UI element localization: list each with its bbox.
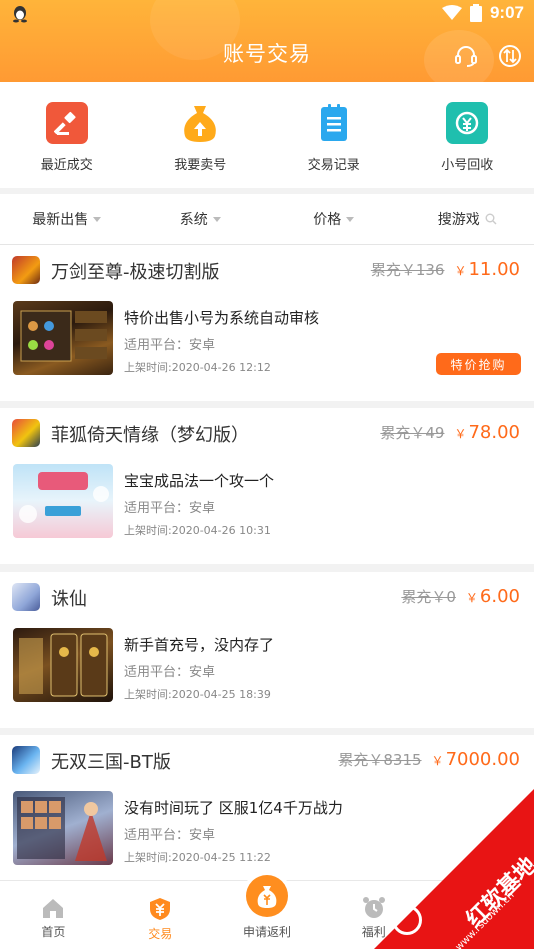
special-offer-badge[interactable]: 特价抢购 [436, 353, 521, 375]
listing-description: 宝宝成品法一个攻一个 [124, 472, 275, 490]
filter-label: 最新出售 [32, 212, 89, 228]
filter-search-game[interactable]: 搜游戏 [401, 194, 534, 244]
sort-exchange-icon[interactable] [498, 44, 522, 68]
hammer-icon [45, 102, 88, 144]
listing-platform: 适用平台：安卓 [124, 828, 216, 843]
filter-label: 搜游戏 [437, 212, 480, 228]
filter-system[interactable]: 系统 [134, 194, 268, 244]
original-price: 累充￥8315 [338, 751, 422, 769]
customer-service-icon[interactable] [454, 44, 478, 68]
sale-price: ￥ 7000.00 [431, 749, 520, 770]
recycle-yen-icon [446, 102, 489, 144]
tab-home[interactable]: 首页 [0, 881, 107, 949]
filter-bar: 最新出售 系统 价格 搜游戏 [0, 194, 534, 245]
listing-platform: 适用平台：安卓 [124, 665, 216, 680]
game-icon [12, 583, 40, 611]
filter-label: 系统 [179, 212, 208, 228]
listing-time: 上架时间:2020-04-25 11:22 [124, 851, 271, 864]
money-bag-icon [179, 102, 221, 144]
dropdown-arrow-icon [93, 216, 102, 222]
quick-trade-records[interactable]: 交易记录 [267, 82, 401, 188]
search-icon [485, 213, 497, 225]
tab-rebate[interactable]: 申请返利 [214, 875, 321, 949]
listing-time: 上架时间:2020-04-26 10:31 [124, 524, 271, 537]
quick-menu: 最近成交 我要卖号 交易记录 小号回收 [0, 82, 534, 188]
quick-label: 我要卖号 [174, 158, 227, 173]
quick-recent-deals[interactable]: 最近成交 [0, 82, 134, 188]
listing-card[interactable]: 菲狐倚天情缘（梦幻版） 累充￥49 ￥ 78.00 宝宝成品法一个攻一个 适用平台… [0, 408, 534, 564]
listing-time: 上架时间:2020-04-25 18:39 [124, 688, 271, 701]
quick-label: 交易记录 [307, 158, 360, 173]
tab-trade[interactable]: 交易 [107, 881, 214, 949]
listing-description: 没有时间玩了 区服1亿4千万战力 [124, 799, 343, 817]
home-icon [43, 899, 64, 918]
game-name: 诛仙 [51, 589, 87, 610]
listing-thumbnail [13, 628, 113, 702]
sale-price: ￥ 11.00 [454, 259, 520, 280]
listing-header: 万剑至尊-极速切割版 累充￥136 ￥ 11.00 [0, 245, 534, 293]
listing-description: 新手首充号，没内存了 [124, 636, 275, 654]
wifi-icon [441, 5, 462, 20]
battery-icon [469, 4, 482, 22]
listing-platform: 适用平台：安卓 [124, 501, 216, 516]
listing-body: 宝宝成品法一个攻一个 适用平台：安卓 上架时间:2020-04-26 10:31 [0, 456, 534, 564]
listing-body: 新手首充号，没内存了 适用平台：安卓 上架时间:2020-04-25 18:39 [0, 620, 534, 728]
listing-card[interactable]: 万剑至尊-极速切割版 累充￥136 ￥ 11.00 特价出售小号为系统自动审核 适… [0, 245, 534, 401]
quick-sell-account[interactable]: 我要卖号 [134, 82, 268, 188]
original-price: 累充￥49 [380, 424, 445, 442]
tab-label: 交易 [148, 927, 173, 941]
watermark-logo-icon [392, 905, 422, 935]
quick-label: 小号回收 [441, 158, 494, 173]
dropdown-arrow-icon [212, 216, 221, 222]
game-icon [12, 746, 40, 774]
header-bar: 9:07 账号交易 [0, 0, 534, 82]
listing-header: 菲狐倚天情缘（梦幻版） 累充￥49 ￥ 78.00 [0, 408, 534, 456]
listing-thumbnail [13, 791, 113, 865]
filter-price[interactable]: 价格 [267, 194, 401, 244]
game-name: 菲狐倚天情缘（梦幻版） [51, 425, 249, 446]
original-price: 累充￥136 [370, 261, 445, 279]
tab-label: 首页 [41, 925, 66, 939]
listing-header: 无双三国-BT版 累充￥8315 ￥ 7000.00 [0, 735, 534, 783]
listing-description: 特价出售小号为系统自动审核 [124, 309, 320, 327]
filter-latest[interactable]: 最新出售 [0, 194, 134, 244]
shield-yen-icon [150, 898, 171, 920]
watermark: 红软基地 www.rsdown.cn [374, 789, 534, 949]
listing-body: 特价出售小号为系统自动审核 适用平台：安卓 上架时间:2020-04-26 12… [0, 293, 534, 401]
game-name: 万剑至尊-极速切割版 [51, 262, 220, 283]
status-bar: 9:07 [0, 0, 534, 28]
tab-label: 申请返利 [242, 925, 291, 939]
listing-card[interactable]: 诛仙 累充￥0 ￥ 6.00 新手首充号，没内存了 适用平台：安卓 上架时间:20… [0, 572, 534, 728]
quick-account-recycle[interactable]: 小号回收 [401, 82, 534, 188]
listing-platform: 适用平台：安卓 [124, 338, 216, 353]
rebate-bag-icon [245, 875, 288, 917]
listing-thumbnail [13, 464, 113, 538]
game-icon [12, 256, 40, 284]
quick-label: 最近成交 [40, 158, 93, 173]
sale-price: ￥ 6.00 [465, 586, 520, 607]
qq-penguin-icon [13, 6, 27, 23]
listing-thumbnail [13, 301, 113, 375]
filter-label: 价格 [313, 212, 342, 228]
status-time: 9:07 [489, 3, 524, 22]
clipboard-icon [313, 102, 355, 144]
dropdown-arrow-icon [346, 216, 355, 222]
sale-price: ￥ 78.00 [454, 422, 520, 443]
listing-time: 上架时间:2020-04-26 12:12 [124, 361, 271, 374]
listing-header: 诛仙 累充￥0 ￥ 6.00 [0, 572, 534, 620]
original-price: 累充￥0 [401, 588, 456, 606]
game-icon [12, 419, 40, 447]
game-name: 无双三国-BT版 [51, 752, 171, 773]
